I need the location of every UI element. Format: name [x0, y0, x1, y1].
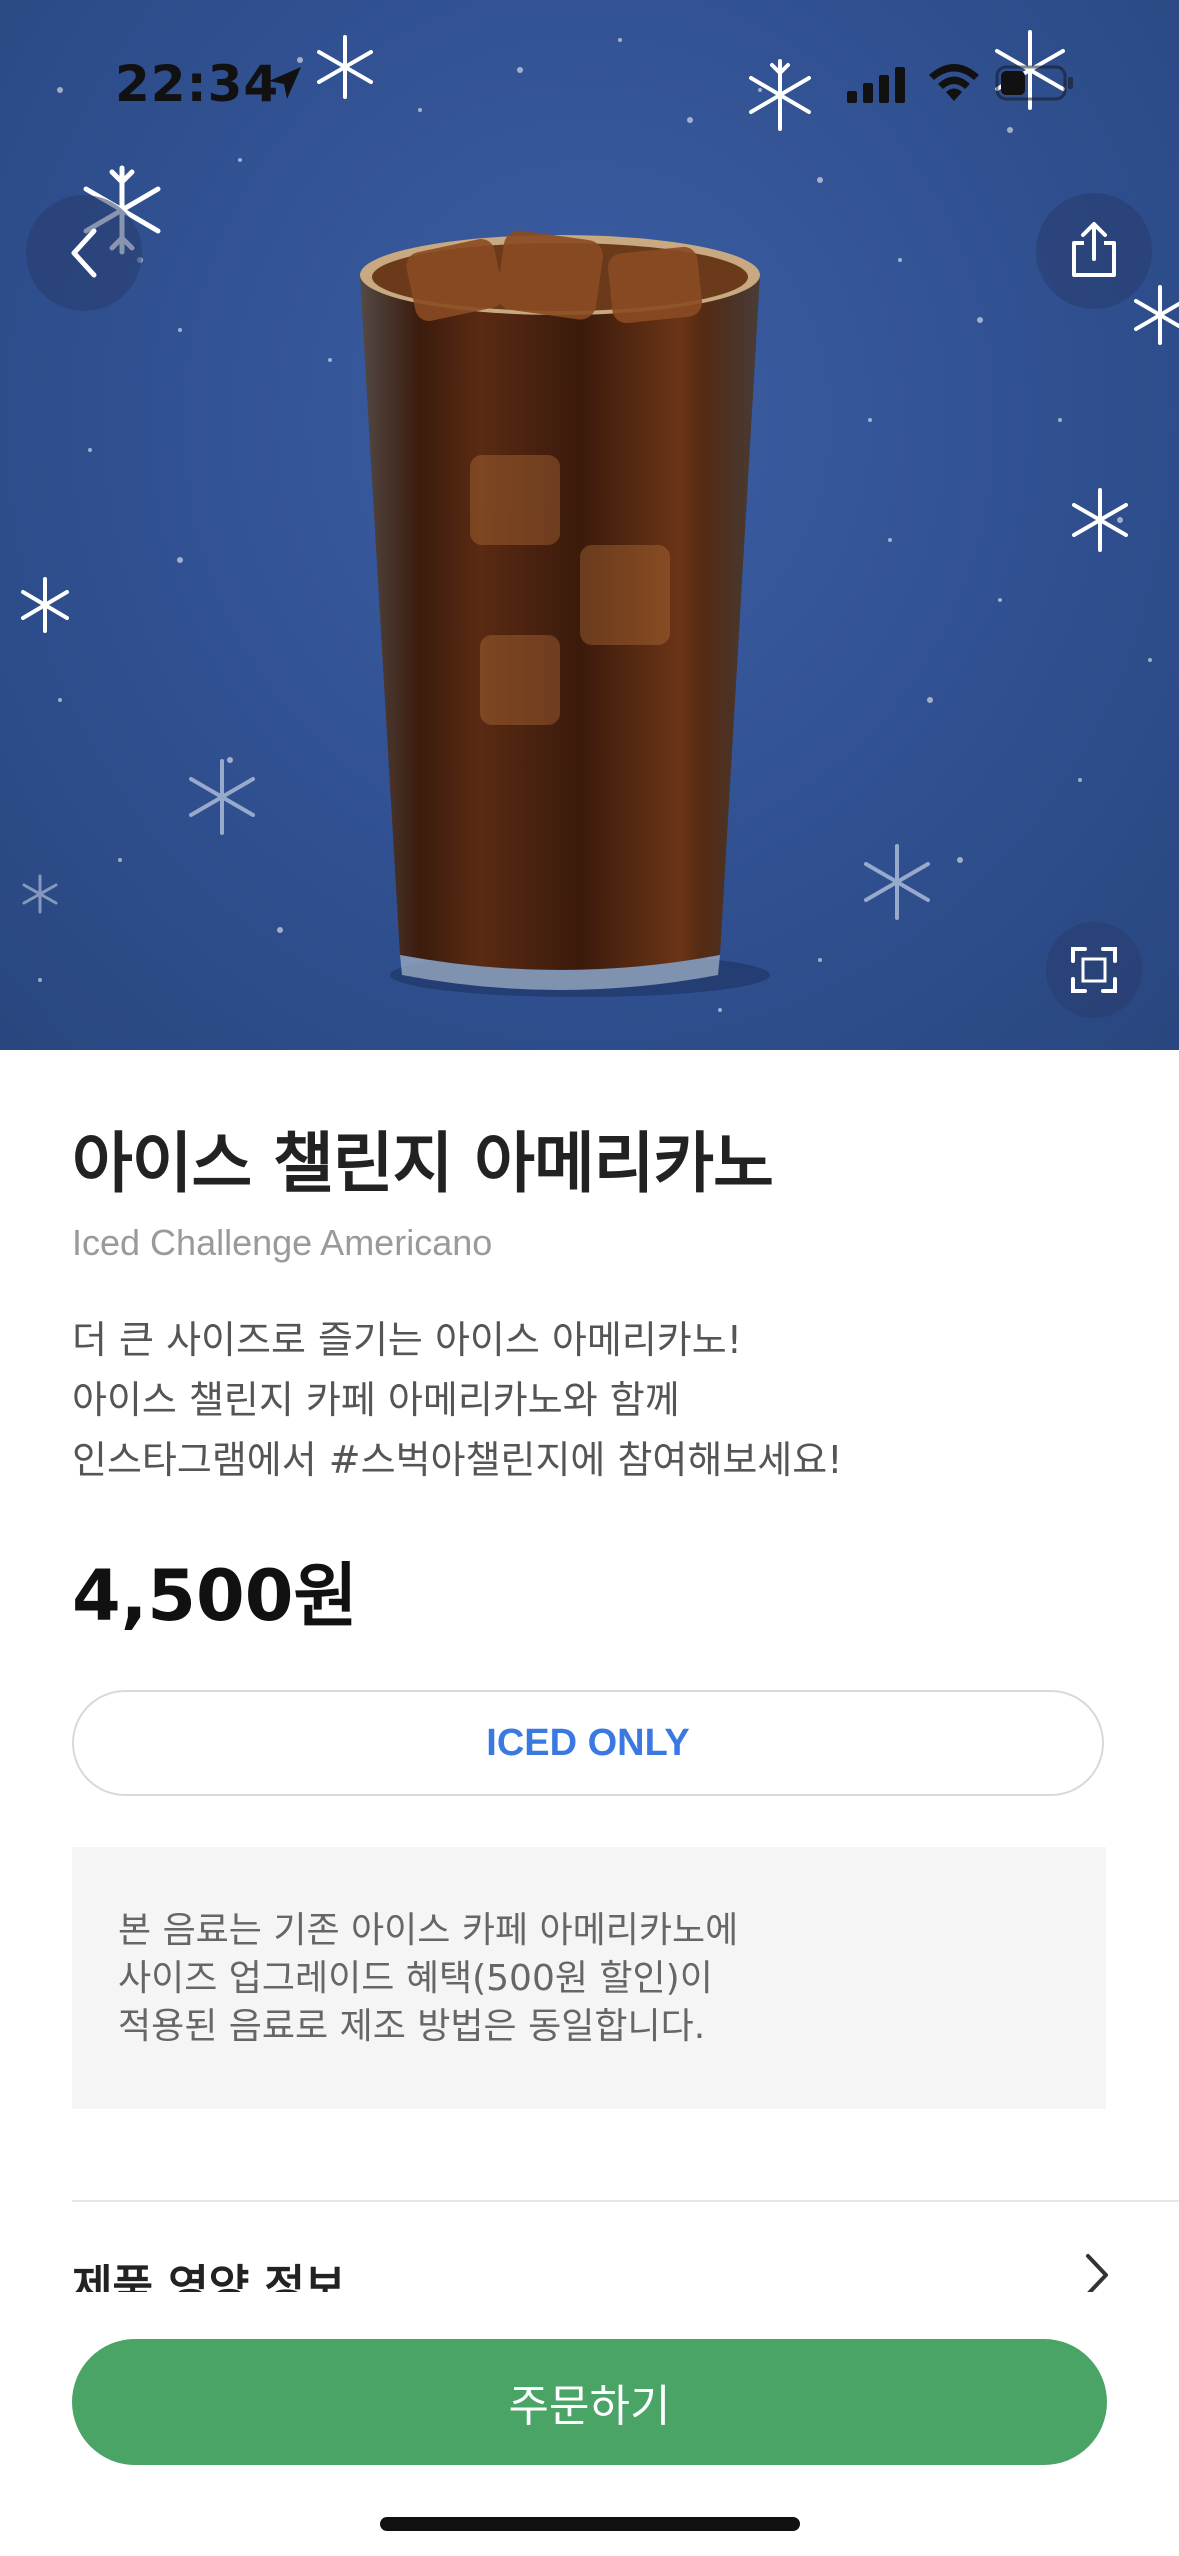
- share-icon: [1072, 222, 1116, 277]
- iced-americano-image: [360, 230, 770, 997]
- notice-line: 본 음료는 기존 아이스 카페 아메리카노에: [118, 1910, 739, 1951]
- section-divider: [72, 2200, 1179, 2202]
- description-line: 아이스 챌린지 카페 아메리카노와 함께: [72, 1378, 680, 1422]
- product-description: 더 큰 사이즈로 즐기는 아이스 아메리카노! 아이스 챌린지 카페 아메리카노…: [72, 1310, 1072, 1490]
- product-hero-image: 22:34: [0, 0, 1179, 1050]
- order-button[interactable]: 주문하기: [72, 2339, 1107, 2465]
- snowflake-icon: [22, 874, 58, 914]
- wifi-icon: [929, 64, 979, 101]
- temperature-option-badge: ICED ONLY: [72, 1690, 1104, 1796]
- status-time: 22:34: [115, 55, 280, 113]
- battery-icon: [995, 65, 1073, 101]
- product-title: 아이스 챌린지 아메리카노: [72, 1125, 774, 1202]
- snowflake-icon: [189, 759, 255, 835]
- description-line: 더 큰 사이즈로 즐기는 아이스 아메리카노!: [72, 1318, 742, 1362]
- notice-line: 사이즈 업그레이드 혜택(500원 할인)이: [118, 1958, 713, 1999]
- chevron-left-icon: [71, 228, 97, 278]
- product-notice-box: 본 음료는 기존 아이스 카페 아메리카노에 사이즈 업그레이드 혜택(500원…: [72, 1847, 1106, 2109]
- cellular-signal-icon: [847, 67, 905, 103]
- expand-image-button[interactable]: [1046, 922, 1142, 1018]
- fullscreen-icon: [1071, 947, 1117, 993]
- snowflake-icon: [1072, 488, 1128, 552]
- description-line: 인스타그램에서 #스벅아챌린지에 참여해보세요!: [72, 1438, 843, 1482]
- status-bar: 22:34: [0, 55, 1179, 115]
- snowflake-icon: [21, 577, 69, 633]
- location-arrow-icon: [269, 67, 301, 99]
- share-button[interactable]: [1036, 193, 1152, 309]
- back-button[interactable]: [26, 195, 142, 311]
- product-english-name: Iced Challenge Americano: [72, 1222, 493, 1263]
- home-indicator: [380, 2517, 800, 2531]
- notice-line: 적용된 음료로 제조 방법은 동일합니다.: [118, 2006, 706, 2047]
- snowflake-icon: [864, 844, 930, 920]
- product-price: 4,500원: [72, 1555, 358, 1637]
